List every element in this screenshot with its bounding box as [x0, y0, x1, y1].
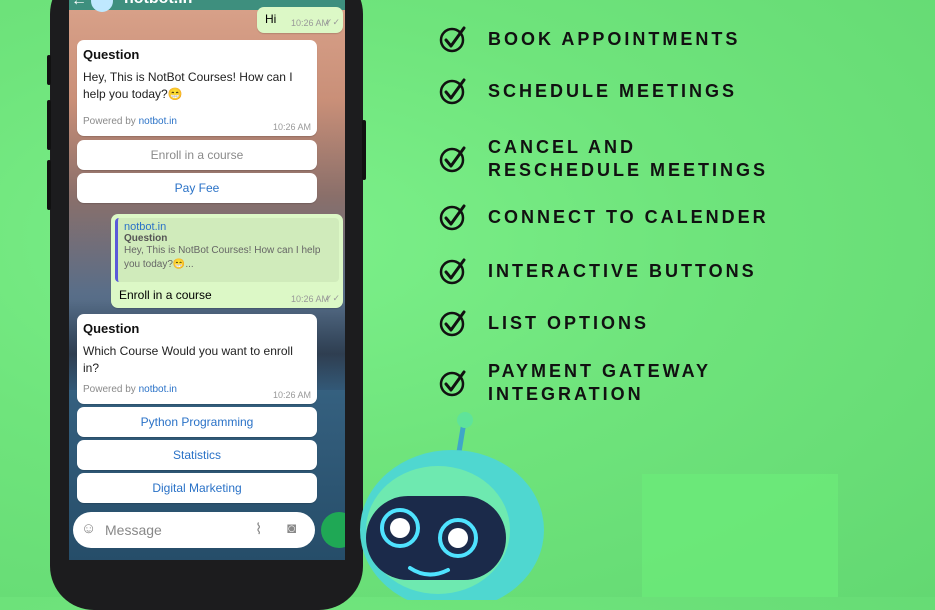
- read-receipt-icon: ✓✓: [324, 17, 340, 27]
- pay-fee-button[interactable]: Pay Fee: [77, 173, 317, 203]
- incoming-message-2: Question Which Course Would you want to …: [77, 314, 317, 404]
- chat-title: notbot.in: [124, 0, 192, 8]
- feature-item: INTERACTIVE BUTTONS: [438, 256, 757, 286]
- enroll-course-button[interactable]: Enroll in a course: [77, 140, 317, 170]
- powered-by-link[interactable]: notbot.in: [139, 116, 177, 127]
- feature-label: SCHEDULE MEETINGS: [488, 80, 738, 101]
- message-title: Question: [83, 47, 140, 62]
- back-arrow-icon[interactable]: ←: [71, 0, 87, 10]
- digital-marketing-button[interactable]: Digital Marketing: [77, 473, 317, 503]
- message-input-bar[interactable]: ☺ Message ⌇ ◙: [73, 512, 315, 548]
- feature-label: INTERACTIVE BUTTONS: [488, 260, 757, 281]
- check-circle-icon: [439, 310, 466, 337]
- message-body: Hey, This is NotBot Courses! How can I h…: [83, 70, 293, 101]
- message-title: Question: [83, 321, 140, 336]
- mic-icon[interactable]: [321, 512, 345, 548]
- message-time: 10:26 AM: [290, 294, 329, 304]
- message-time: 10:26 AM: [290, 18, 329, 28]
- feature-item: PAYMENT GATEWAY INTEGRATION: [438, 360, 768, 406]
- message-text: Hi: [265, 12, 277, 26]
- outgoing-message-hi: Hi 10:26 AM ✓✓: [257, 7, 343, 33]
- feature-item: CANCEL AND RESCHEDULE MEETINGS: [438, 136, 788, 182]
- feature-label: PAYMENT GATEWAY INTEGRATION: [488, 361, 711, 404]
- emoji-icon[interactable]: ☺: [81, 520, 96, 537]
- quote-title: Question: [124, 233, 168, 244]
- quote-body: Hey, This is NotBot Courses! How can I h…: [124, 245, 321, 270]
- feature-item: SCHEDULE MEETINGS: [438, 76, 737, 106]
- decorative-panel: [642, 474, 838, 597]
- message-input[interactable]: Message: [105, 522, 162, 538]
- quoted-message[interactable]: notbot.in Question Hey, This is NotBot C…: [115, 218, 339, 282]
- outgoing-reply-message: notbot.in Question Hey, This is NotBot C…: [111, 214, 343, 308]
- feature-item: BOOK APPOINTMENTS: [438, 24, 740, 54]
- check-circle-icon: [439, 26, 466, 53]
- feature-item: LIST OPTIONS: [438, 308, 649, 338]
- avatar[interactable]: [91, 0, 113, 12]
- message-time: 10:26 AM: [272, 122, 311, 132]
- check-circle-icon: [439, 370, 466, 397]
- message-time: 10:26 AM: [272, 390, 311, 400]
- powered-by: Powered by notbot.in: [83, 384, 177, 395]
- chat-screen: ← notbot.in Hi 10:26 AM ✓✓ Question Hey,…: [69, 0, 345, 560]
- feature-label: CONNECT TO CALENDER: [488, 206, 769, 227]
- attach-icon[interactable]: ⌇: [255, 520, 262, 538]
- phone-mockup: ← notbot.in Hi 10:26 AM ✓✓ Question Hey,…: [47, 0, 366, 610]
- python-programming-button[interactable]: Python Programming: [77, 407, 317, 437]
- feature-label: LIST OPTIONS: [488, 312, 650, 333]
- feature-item: CONNECT TO CALENDER: [438, 202, 769, 232]
- powered-by-link[interactable]: notbot.in: [139, 384, 177, 395]
- check-circle-icon: [439, 78, 466, 105]
- feature-label: BOOK APPOINTMENTS: [488, 28, 741, 49]
- feature-label: CANCEL AND RESCHEDULE MEETINGS: [488, 137, 769, 180]
- read-receipt-icon: ✓✓: [324, 293, 340, 303]
- robot-mascot: [360, 412, 544, 600]
- check-circle-icon: [439, 204, 466, 231]
- camera-icon[interactable]: ◙: [287, 520, 296, 537]
- quote-source: notbot.in: [124, 221, 167, 233]
- statistics-button[interactable]: Statistics: [77, 440, 317, 470]
- incoming-message-1: Question Hey, This is NotBot Courses! Ho…: [77, 40, 317, 136]
- message-body: Which Course Would you want to enroll in…: [83, 344, 293, 375]
- check-circle-icon: [439, 146, 466, 173]
- powered-by: Powered by notbot.in: [83, 116, 177, 127]
- check-circle-icon: [439, 258, 466, 285]
- message-text: Enroll in a course: [119, 288, 212, 302]
